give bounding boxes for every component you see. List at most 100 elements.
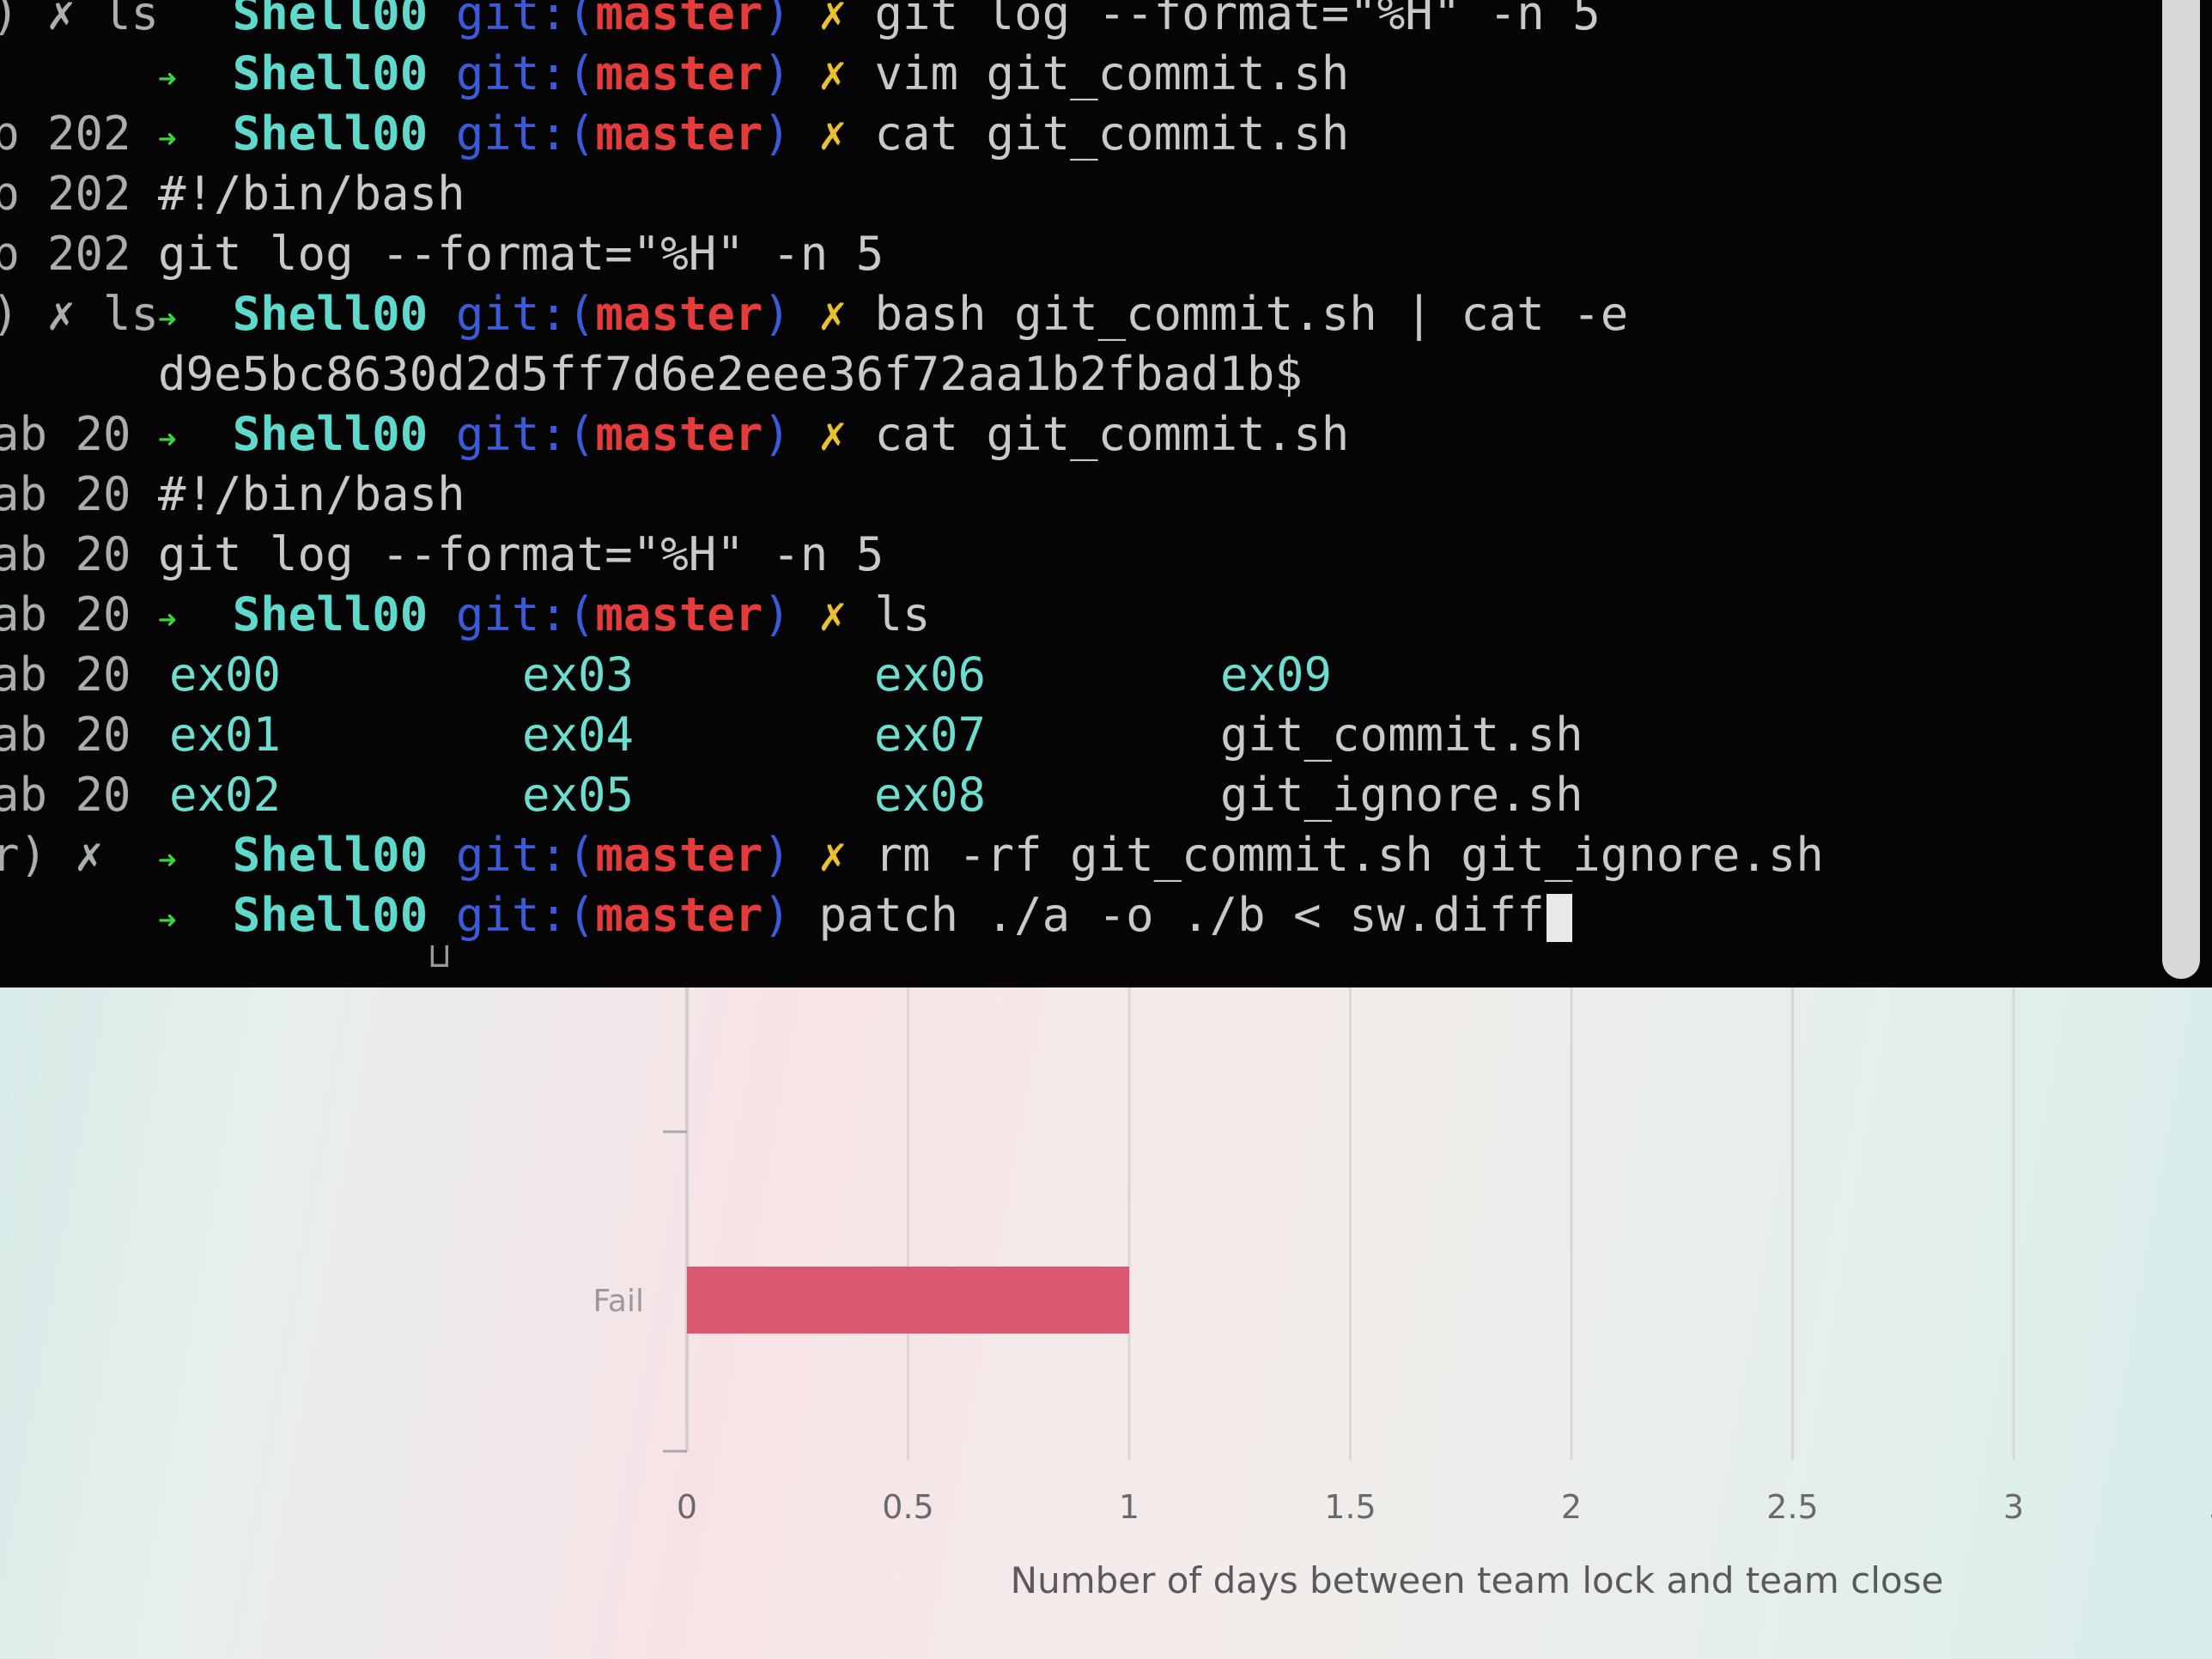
x-tick-label: 3.5 xyxy=(2209,1488,2212,1526)
prompt-git-close: ) xyxy=(763,46,791,100)
ls-entry: ex08 xyxy=(874,768,987,822)
terminal-scrollbar[interactable] xyxy=(2162,0,2200,979)
shell-prompt: ➜ Shell00 git:(master) ✗ xyxy=(158,828,875,882)
prompt-arrow-icon: ➜ xyxy=(158,603,177,638)
prompt-directory: Shell00 xyxy=(232,46,428,100)
command-text: vim git_commit.sh xyxy=(874,46,1350,100)
ls-entry: ex09 xyxy=(1220,647,1333,702)
prompt-directory: Shell00 xyxy=(232,587,428,641)
chart-gridlines xyxy=(907,979,2015,1460)
dirty-mark-icon: ✗ xyxy=(818,828,847,882)
background-pane-fragment: ) ✗ ls xyxy=(0,287,160,341)
prompt-branch: master xyxy=(595,888,763,942)
background-pane-fragment: ab 20 xyxy=(0,467,131,521)
prompt-git-close: ) xyxy=(763,106,791,161)
command-text: git log --format="%H" -n 5 xyxy=(874,0,1601,40)
dirty-mark-icon: ✗ xyxy=(818,587,847,641)
output-text: d9e5bc8630d2d5ff7d6e2eee36f72aa1b2fbad1b… xyxy=(158,347,1303,401)
prompt-directory: Shell00 xyxy=(232,287,428,341)
ls-entry: ex04 xyxy=(522,708,635,762)
prompt-git-open: git:( xyxy=(455,46,596,100)
prompt-arrow-icon: ➜ xyxy=(158,302,177,337)
line-content: #!/bin/bash xyxy=(158,164,465,224)
command-text: bash git_commit.sh | cat -e xyxy=(874,287,1629,341)
background-pane-fragment: ab 20 xyxy=(0,647,131,702)
ls-entry: git_ignore.sh xyxy=(1220,768,1583,822)
resize-handle-icon[interactable]: ⊔ xyxy=(429,936,450,975)
prompt-branch: master xyxy=(595,407,763,461)
terminal-window[interactable]: ) ✗ ls➜ Shell00 git:(master) ✗ git log -… xyxy=(0,0,2212,988)
ls-entry: git_commit.sh xyxy=(1220,708,1583,762)
prompt-arrow-icon: ➜ xyxy=(158,62,177,97)
shell-prompt: ➜ Shell00 git:(master) ✗ xyxy=(158,106,875,161)
line-content: ➜ Shell00 git:(master) ✗ git log --forma… xyxy=(158,0,1601,50)
shell-prompt: ➜ Shell00 git:(master) ✗ xyxy=(158,587,875,641)
prompt-arrow-icon: ➜ xyxy=(158,122,177,157)
dirty-mark-icon: ✗ xyxy=(818,407,847,461)
prompt-git-close: ) xyxy=(763,828,791,882)
chart-bars: Fail xyxy=(593,1267,1129,1334)
command-text: cat git_commit.sh xyxy=(874,106,1350,161)
y-category-label: Fail xyxy=(593,1284,644,1319)
dirty-mark-icon: ✗ xyxy=(818,106,847,161)
x-axis-label: Number of days between team lock and tea… xyxy=(1011,1559,1944,1601)
x-tick-label: 2.5 xyxy=(1766,1488,1818,1526)
shell-prompt: ➜ Shell00 git:(master) ✗ xyxy=(158,287,875,341)
line-content: git log --format="%H" -n 5 xyxy=(158,525,884,585)
prompt-git-open: git:( xyxy=(455,587,596,641)
prompt-git-open: git:( xyxy=(455,828,596,882)
x-tick-label: 2 xyxy=(1561,1488,1582,1526)
command-text: patch ./a -o ./b < sw.diff xyxy=(818,888,1545,942)
line-content: ➜ Shell00 git:(master) ✗ bash git_commit… xyxy=(158,284,1628,350)
command-text: ls xyxy=(874,587,931,641)
x-tick-label: 0 xyxy=(677,1488,697,1526)
prompt-directory: Shell00 xyxy=(232,828,428,882)
x-tick-labels: 0 0.5 1 1.5 2 2.5 3 3.5 xyxy=(677,1488,2212,1526)
ls-entry: ex06 xyxy=(874,647,987,702)
background-pane-fragment: ) ✗ ls xyxy=(0,0,160,40)
line-content: ➜ Shell00 git:(master) ✗ vim git_commit.… xyxy=(158,44,1349,110)
x-tick-label: 1 xyxy=(1119,1488,1139,1526)
ls-entry: ex05 xyxy=(522,768,635,822)
line-content: ➜ Shell00 git:(master) ✗ cat git_commit.… xyxy=(158,404,1349,471)
x-tick-label: 3 xyxy=(2003,1488,2024,1526)
prompt-arrow-icon: ➜ xyxy=(158,422,177,458)
text-cursor[interactable] xyxy=(1546,894,1572,943)
background-pane-fragment: ab 20 xyxy=(0,587,131,641)
output-text: #!/bin/bash xyxy=(158,467,465,521)
shell-prompt: ➜ Shell00 git:(master) ✗ xyxy=(158,46,875,100)
shell-prompt: ➜ Shell00 git:(master) ✗ xyxy=(158,407,875,461)
output-text: git log --format="%H" -n 5 xyxy=(158,527,884,581)
prompt-branch: master xyxy=(595,828,763,882)
prompt-git-open: git:( xyxy=(455,106,596,161)
prompt-git-close: ) xyxy=(763,0,791,40)
y-axis xyxy=(663,979,689,1453)
line-content: ➜ Shell00 git:(master) ✗ ls xyxy=(158,585,931,651)
line-content: ➜ Shell00 git:(master) ✗ rm -rf git_comm… xyxy=(158,825,1824,891)
command-text: cat git_commit.sh xyxy=(874,407,1350,461)
line-content: #!/bin/bash xyxy=(158,465,465,525)
prompt-branch: master xyxy=(595,0,763,40)
background-pane-fragment: b 202 xyxy=(0,227,131,281)
prompt-git-open: git:( xyxy=(455,407,596,461)
prompt-arrow-icon: ➜ xyxy=(158,843,177,878)
dirty-mark-icon: ✗ xyxy=(818,46,847,100)
prompt-directory: Shell00 xyxy=(232,888,428,942)
background-pane-fragment: ab 20 xyxy=(0,708,131,762)
prompt-git-open: git:( xyxy=(455,888,596,942)
line-content: d9e5bc8630d2d5ff7d6e2eee36f72aa1b2fbad1b… xyxy=(158,344,1303,404)
x-tick-label: 0.5 xyxy=(882,1488,933,1526)
prompt-branch: master xyxy=(595,106,763,161)
ls-entry: ex00 xyxy=(169,647,282,702)
line-content: ➜ Shell00 git:(master) patch ./a -o ./b … xyxy=(158,885,1572,951)
background-pane-fragment: ab 20 xyxy=(0,407,131,461)
prompt-directory: Shell00 xyxy=(232,106,428,161)
prompt-branch: master xyxy=(595,587,763,641)
background-pane-fragment: ab 20 xyxy=(0,768,131,822)
shell-prompt: ➜ Shell00 git:(master) xyxy=(158,888,818,942)
bar-fail[interactable] xyxy=(687,1267,1129,1334)
prompt-git-close: ) xyxy=(763,287,791,341)
ls-entry: ex07 xyxy=(874,708,987,762)
background-pane-fragment: b 202 xyxy=(0,106,131,161)
command-text: rm -rf git_commit.sh git_ignore.sh xyxy=(874,828,1824,882)
